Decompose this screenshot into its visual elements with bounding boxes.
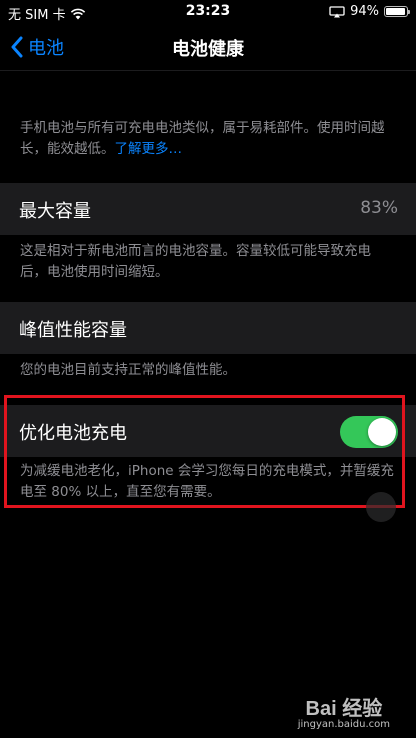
peak-performance-footer: 您的电池目前支持正常的峰值性能。 [20,362,236,378]
intro-description: 手机电池与所有可充电电池类似，属于易耗部件。使用时间越长，能效越低。 [20,120,385,157]
peak-performance-label: 峰值性能容量 [19,320,127,341]
peak-performance-row: 峰值性能容量 [0,302,416,354]
baidu-logo: Bai 经验 [305,698,383,720]
max-capacity-value: 83% [360,198,398,218]
battery-icon [384,6,410,17]
max-capacity-row: 最大容量 83% [0,183,416,235]
watermark-url: jingyan.baidu.com [297,719,390,730]
battery-percent: 94% [350,4,379,19]
battery-fill [386,8,405,15]
highlight-annotation-box [4,395,405,508]
page-title: 电池健康 [172,39,244,60]
max-capacity-footer: 这是相对于新电池而言的电池容量。容量较低可能导致充电后，电池使用时间缩短。 [20,243,371,280]
status-bar: 无 SIM 卡 23:23 94% [0,0,416,24]
nav-divider [0,70,416,71]
max-capacity-label: 最大容量 [19,201,91,222]
baidu-watermark: Bai 经验 jingyan.baidu.com [298,692,390,730]
learn-more-link[interactable]: 了解更多… [115,141,183,157]
screen-mirroring-icon [329,5,345,17]
navigation-bar: 电池 电池健康 [0,24,416,70]
status-right-group: 94% [329,4,410,19]
assistive-touch-button[interactable] [366,492,396,522]
intro-text: 手机电池与所有可充电电池类似，属于易耗部件。使用时间越长，能效越低。了解更多… [20,118,396,160]
